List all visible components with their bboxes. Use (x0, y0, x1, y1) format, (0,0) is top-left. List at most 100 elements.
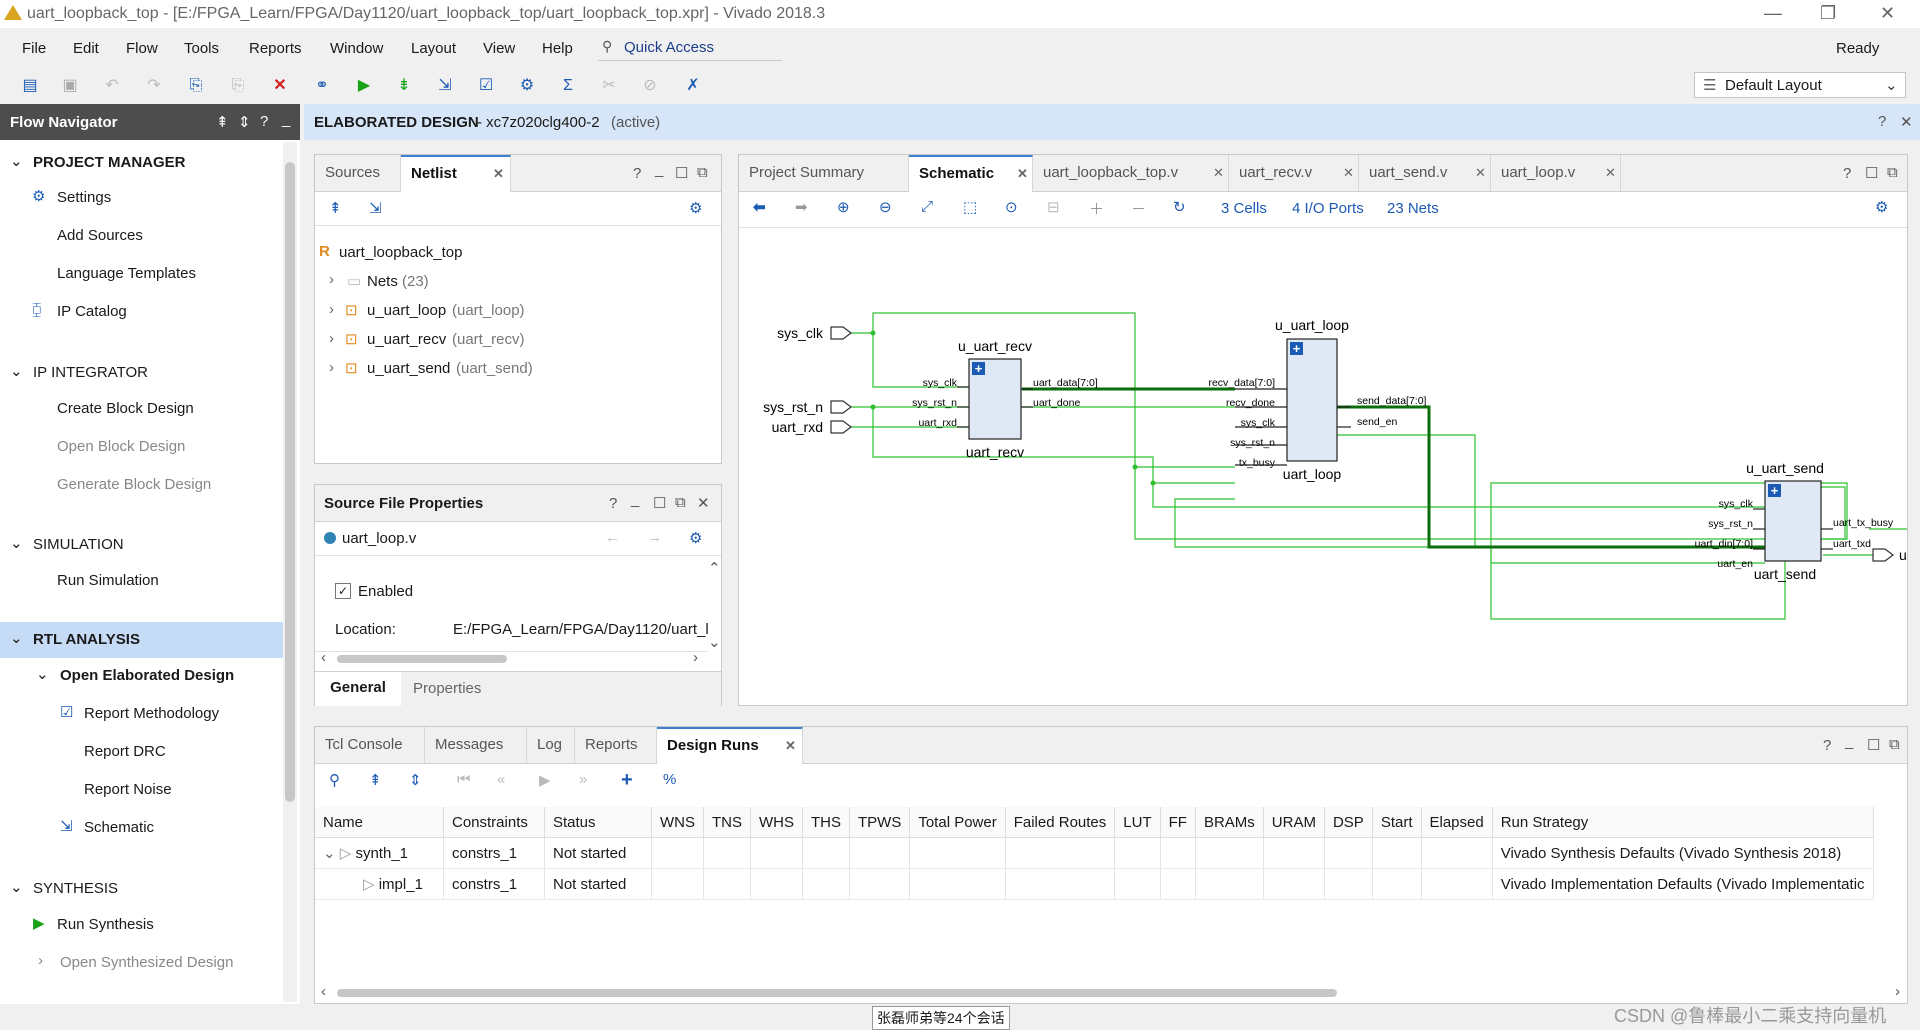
nav-report-noise[interactable]: Report Noise (84, 781, 172, 798)
netlist-cell-recv[interactable]: u_uart_recv (367, 331, 446, 348)
chevron-down-icon[interactable]: ⌄ (10, 362, 23, 380)
section-rtl-analysis[interactable]: RTL ANALYSIS (33, 631, 140, 648)
float-icon[interactable]: ⧉ (1887, 164, 1898, 181)
col-total-power[interactable]: Total Power (909, 807, 1006, 838)
section-synthesis[interactable]: SYNTHESIS (33, 880, 118, 897)
scroll-up-icon[interactable]: ⌃ (708, 559, 721, 577)
help-icon[interactable]: ? (260, 113, 268, 130)
col-status[interactable]: Status (544, 807, 652, 838)
collapse-icon[interactable]: － (1131, 198, 1146, 219)
col-run-strategy[interactable]: Run Strategy (1492, 807, 1874, 838)
chevron-down-icon[interactable]: ⌄ (36, 665, 49, 683)
section-ip-integrator[interactable]: IP INTEGRATOR (33, 364, 148, 381)
chevron-right-icon[interactable]: › (38, 952, 43, 969)
tool-disabled-2-icon[interactable]: ⊘ (638, 74, 662, 98)
delete-icon[interactable]: ✕ (268, 74, 292, 98)
fast-forward-icon[interactable]: » (579, 771, 587, 788)
menu-view[interactable]: View (483, 40, 515, 57)
netlist-nets[interactable]: Nets (367, 273, 398, 290)
search-icon[interactable]: ⚲ (329, 771, 340, 789)
nav-ip-catalog[interactable]: IP Catalog (57, 303, 127, 320)
nav-report-methodology[interactable]: Report Methodology (84, 705, 219, 722)
nav-language-templates[interactable]: Language Templates (57, 265, 196, 282)
menu-edit[interactable]: Edit (73, 40, 99, 57)
refresh-icon[interactable]: ↻ (1173, 198, 1186, 216)
section-simulation[interactable]: SIMULATION (33, 536, 124, 553)
col-lut[interactable]: LUT (1114, 807, 1161, 838)
props-scrollbar-h[interactable]: ‹ › (315, 649, 707, 666)
run-name-cell[interactable]: ▷ impl_1 (315, 868, 444, 900)
col-tpws[interactable]: TPWS (849, 807, 911, 838)
open-project-icon[interactable]: ▤ (18, 74, 42, 98)
maximize-icon[interactable]: ☐ (675, 164, 688, 182)
tab-sources[interactable]: Sources (315, 155, 401, 191)
col-wns[interactable]: WNS (651, 807, 704, 838)
gear-icon[interactable]: ⚙ (689, 529, 702, 547)
close-icon[interactable]: ✕ (1475, 155, 1486, 191)
tab-uart-recv-v[interactable]: uart_recv.v ✕ (1229, 155, 1359, 191)
tab-messages[interactable]: Messages (425, 727, 527, 763)
section-project-manager[interactable]: PROJECT MANAGER (33, 154, 186, 171)
back-arrow-icon[interactable]: ← (605, 529, 620, 546)
nav-open-synthesized-design[interactable]: Open Synthesized Design (60, 954, 233, 971)
expand-icon[interactable]: ＋ (1089, 198, 1104, 219)
tab-netlist[interactable]: Netlist ✕ (401, 155, 511, 192)
collapse-all-icon[interactable]: ⇞ (329, 199, 342, 217)
close-icon[interactable]: ✕ (1017, 157, 1028, 190)
scroll-right-icon[interactable]: › (1895, 983, 1900, 1000)
sigma-icon[interactable]: Σ (556, 74, 580, 98)
col-elapsed[interactable]: Elapsed (1421, 807, 1493, 838)
enabled-checkbox[interactable]: ✓ (335, 583, 351, 599)
close-icon[interactable]: ✕ (1900, 113, 1913, 131)
close-window-button[interactable]: ✕ (1880, 3, 1895, 24)
tab-uart-loop-v[interactable]: uart_loop.v ✕ (1491, 155, 1621, 191)
close-icon[interactable]: ✕ (697, 494, 710, 512)
chevron-down-icon[interactable]: ⌄ (10, 878, 23, 896)
tab-properties[interactable]: Properties (413, 680, 481, 697)
zoom-fit-icon[interactable]: ⤢ (921, 198, 933, 215)
help-icon[interactable]: ? (609, 495, 617, 512)
nav-add-sources[interactable]: Add Sources (57, 227, 143, 244)
netlist-cell-send[interactable]: u_uart_send (367, 360, 450, 377)
forward-arrow-icon[interactable]: ➡ (795, 198, 808, 216)
forward-arrow-icon[interactable]: → (647, 529, 662, 546)
menu-file[interactable]: File (22, 40, 46, 57)
route-icon[interactable]: ⊟ (1047, 198, 1060, 216)
chevron-down-icon[interactable]: ⌄ (10, 152, 23, 170)
tab-tcl-console[interactable]: Tcl Console (315, 727, 425, 763)
gear-icon[interactable]: ⚙ (689, 199, 702, 217)
close-icon[interactable]: ✕ (493, 157, 504, 190)
nav-create-block-design[interactable]: Create Block Design (57, 400, 194, 417)
expand-all-icon[interactable]: ⇕ (409, 771, 422, 789)
props-scrollbar-v[interactable]: ⌃ ⌄ (707, 560, 721, 653)
col-name[interactable]: Name (315, 807, 444, 838)
help-icon[interactable]: ? (1878, 113, 1886, 130)
zoom-area-icon[interactable]: ⬚ (963, 198, 977, 216)
col-dsp[interactable]: DSP (1324, 807, 1373, 838)
redo-icon[interactable]: ↷ (142, 74, 166, 98)
nav-run-simulation[interactable]: Run Simulation (57, 572, 159, 589)
chevron-down-icon[interactable]: ⌄ (10, 629, 23, 647)
col-uram[interactable]: URAM (1263, 807, 1325, 838)
netlist-top[interactable]: uart_loopback_top (339, 244, 462, 261)
chevron-right-icon[interactable]: › (329, 359, 334, 376)
runs-h-scrollbar[interactable]: ‹ › (315, 983, 1907, 1001)
scroll-right-icon[interactable]: › (693, 649, 698, 666)
chevron-right-icon[interactable]: › (329, 301, 334, 318)
col-brams[interactable]: BRAMs (1195, 807, 1264, 838)
collapse-all-icon[interactable]: ⇞ (369, 771, 382, 789)
help-icon[interactable]: ? (633, 165, 641, 182)
tab-general[interactable]: General (315, 672, 401, 706)
minimize-icon[interactable]: _ (1845, 733, 1853, 750)
play-icon[interactable]: ▶ (539, 771, 551, 789)
restore-button[interactable]: ❐ (1820, 3, 1836, 24)
tab-uart-loopback-top-v[interactable]: uart_loopback_top.v ✕ (1033, 155, 1229, 191)
back-arrow-icon[interactable]: ⬅ (753, 198, 766, 216)
minimize-panel-icon[interactable]: _ (282, 111, 290, 128)
minimize-icon[interactable]: _ (631, 491, 639, 508)
tool-x-icon[interactable]: ✗ (681, 74, 705, 98)
settings-icon[interactable]: ⚙ (515, 74, 539, 98)
schematic-canvas[interactable]: sys_clk sys_rst_n uart_rxd uart_txd + u_… (739, 227, 1907, 705)
scroll-down-icon[interactable]: ⌄ (708, 633, 721, 651)
expand-all-icon[interactable]: ⇕ (238, 113, 251, 131)
